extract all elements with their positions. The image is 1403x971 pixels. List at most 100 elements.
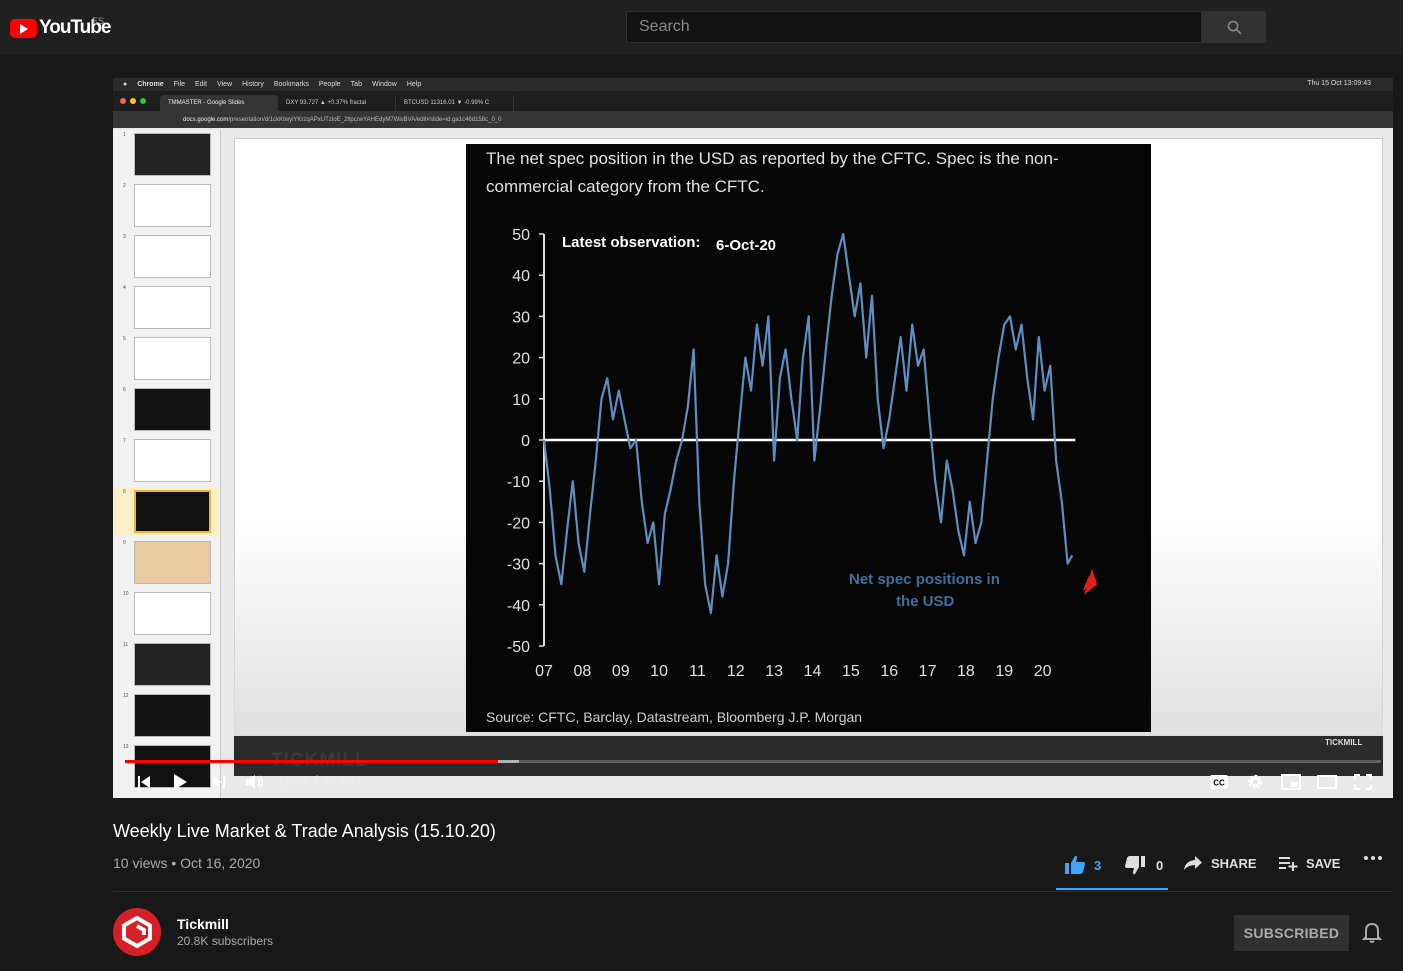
- progress-bar[interactable]: [125, 760, 1381, 763]
- x-tick-label: 19: [995, 663, 1013, 680]
- browser-tab: DXY 93.727 ▲ +0.37% fractal: [278, 95, 396, 111]
- slide-number: 4: [123, 285, 126, 291]
- region-code: ES: [92, 16, 105, 26]
- browser-tab: BTCUSD 11316.01 ▼ -0.99% C: [396, 95, 514, 111]
- maximize-dot-icon: [140, 98, 146, 104]
- progress-played: [125, 760, 499, 763]
- y-tick-label: -50: [507, 639, 530, 656]
- video-stats: 10 views • Oct 16, 2020: [113, 855, 261, 871]
- slide-preview: [134, 643, 211, 686]
- search-input[interactable]: [626, 11, 1202, 43]
- y-tick-label: 20: [512, 351, 530, 368]
- menu-item: View: [217, 81, 233, 88]
- slide-preview: [134, 388, 211, 431]
- x-tick-label: 09: [612, 663, 630, 680]
- masthead: YouTube ES: [0, 0, 1403, 55]
- metadata-divider: [113, 891, 1393, 892]
- slide-preview: [134, 592, 211, 635]
- theater-mode-button[interactable]: [1316, 770, 1338, 794]
- y-tick-label: 10: [512, 392, 530, 409]
- y-tick-label: 50: [512, 227, 530, 244]
- time-display: 10:39 / 35:50: [278, 773, 354, 788]
- x-tick-label: 15: [842, 663, 860, 680]
- miniplayer-button[interactable]: [1280, 770, 1302, 794]
- menu-item: Bookmarks: [273, 81, 309, 88]
- chart-source: Source: CFTC, Barclay, Datastream, Bloom…: [486, 709, 862, 725]
- fullscreen-button[interactable]: [1352, 770, 1374, 794]
- play-button[interactable]: [169, 770, 191, 794]
- slide-number: 7: [123, 438, 126, 444]
- x-tick-label: 11: [689, 663, 706, 680]
- slide-number: 10: [123, 591, 129, 597]
- close-dot-icon: [120, 98, 126, 104]
- theater-icon: [1317, 775, 1337, 789]
- slide-thumbnail: 6: [113, 385, 219, 433]
- volume-icon: [246, 775, 264, 789]
- address-path: /presentation/d/1ckKtwyiYKrzqAPxUTzIoE_2…: [228, 116, 502, 123]
- notification-bell-button[interactable]: [1361, 922, 1383, 949]
- apple-icon: ●: [123, 81, 128, 88]
- cftc-chart: The net spec position in the USD as repo…: [466, 144, 1151, 732]
- chart-svg: The net spec position in the USD as repo…: [486, 149, 1098, 725]
- subscribed-button[interactable]: SUBSCRIBED: [1234, 915, 1349, 951]
- save-button[interactable]: SAVE: [1278, 855, 1340, 871]
- share-button[interactable]: SHARE: [1183, 855, 1257, 871]
- address-bar: docs.google.com/presentation/d/1ckKtwyiY…: [113, 111, 1393, 128]
- y-tick-label: -20: [507, 515, 530, 532]
- slide-preview: [134, 541, 211, 584]
- slide-preview: [134, 490, 211, 533]
- video-player[interactable]: ● Chrome File Edit View History Bookmark…: [113, 78, 1393, 798]
- more-actions-button[interactable]: [1363, 855, 1383, 861]
- slide-number: 1: [123, 132, 126, 138]
- y-tick-label: -10: [507, 474, 530, 491]
- menu-item: Help: [406, 81, 422, 88]
- y-tick-label: 30: [512, 309, 530, 326]
- search-button[interactable]: [1201, 11, 1266, 43]
- mac-menu-bar: ● Chrome File Edit View History Bookmark…: [113, 78, 1393, 91]
- slide-preview: [134, 235, 211, 278]
- dislike-count: 0: [1156, 857, 1164, 873]
- slide-number: 13: [123, 744, 129, 750]
- volume-button[interactable]: [243, 770, 267, 794]
- browser-tab: TMMASTER - Google Slides: [160, 95, 278, 111]
- slide-thumbnail: 11: [113, 640, 219, 688]
- previous-button[interactable]: [133, 770, 155, 794]
- slide-preview: [134, 439, 211, 482]
- captions-button[interactable]: CC: [1208, 770, 1230, 794]
- like-button[interactable]: 3: [1064, 855, 1101, 875]
- slide-preview: [134, 694, 211, 737]
- save-label: SAVE: [1306, 855, 1341, 871]
- fullscreen-icon: [1354, 774, 1372, 790]
- menu-item: Edit: [194, 81, 208, 88]
- youtube-play-icon: [10, 18, 37, 38]
- series-line: [542, 232, 1074, 615]
- dislike-button[interactable]: 0: [1124, 855, 1163, 875]
- menu-item: Window: [371, 81, 397, 88]
- settings-button[interactable]: [1244, 770, 1266, 794]
- next-button[interactable]: [208, 770, 230, 794]
- slide-thumbnail: 10: [113, 589, 219, 637]
- subscriber-count: 20.8K subscribers: [177, 934, 274, 948]
- slide-thumbnail: 9: [113, 538, 219, 586]
- x-tick-label: 10: [650, 663, 668, 680]
- slide-preview: [134, 337, 211, 380]
- slide-number: 9: [123, 540, 126, 546]
- slide-number: 11: [123, 642, 129, 648]
- share-icon: [1184, 856, 1202, 870]
- slide-thumbnail: 5: [113, 334, 219, 382]
- menu-item: People: [318, 81, 341, 88]
- channel-name[interactable]: Tickmill: [177, 916, 229, 932]
- x-tick-label: 08: [573, 663, 591, 680]
- video-title: Weekly Live Market & Trade Analysis (15.…: [113, 821, 496, 841]
- y-tick-label: 0: [521, 433, 530, 450]
- series-label-line-2: the USD: [896, 593, 955, 610]
- x-tick-label: 12: [727, 663, 745, 680]
- menu-item: Tab: [350, 81, 362, 88]
- more-horizontal-icon: [1364, 856, 1382, 860]
- slide-thumbnail-panel: 1 2 3 4 5 6 7 8 9 10 11 12 13: [113, 130, 221, 798]
- channel-avatar[interactable]: [113, 908, 161, 956]
- latest-observation-label: Latest observation:: [562, 234, 700, 251]
- menu-item: Chrome: [137, 81, 164, 88]
- tickmill-corner-logo: TICKMILL: [1325, 738, 1363, 747]
- slide-preview: [134, 286, 211, 329]
